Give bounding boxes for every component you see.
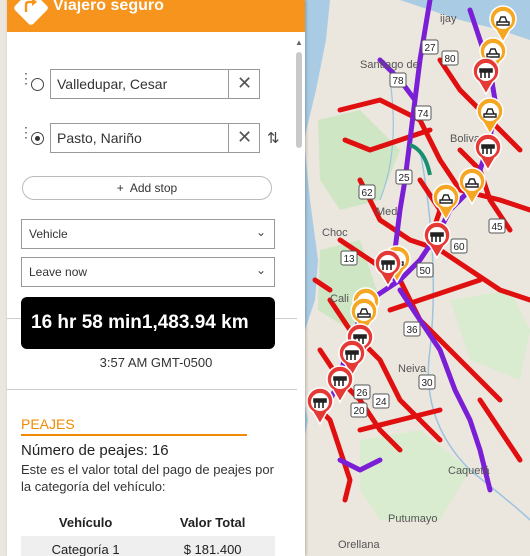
scroll-thumb[interactable] bbox=[296, 52, 302, 148]
svg-text:Caquetá: Caquetá bbox=[448, 465, 490, 477]
stop-row-origin: ⋮ Valledupar, Cesar ✕ bbox=[17, 69, 287, 101]
drag-handle-icon[interactable]: ⋮ bbox=[19, 125, 33, 149]
svg-text:27: 27 bbox=[424, 43, 436, 54]
travel-mode-select[interactable]: Vehicle ⌄ bbox=[21, 219, 275, 249]
clear-origin-button[interactable]: ✕ bbox=[228, 69, 260, 99]
tolls-table: Vehículo Valor Total Categoría 1 $ 181.4… bbox=[21, 508, 275, 556]
chevron-down-icon: ⌄ bbox=[255, 263, 266, 277]
turn-arrow-icon bbox=[24, 0, 37, 12]
svg-text:20: 20 bbox=[353, 406, 365, 417]
chevron-down-icon: ⌄ bbox=[255, 225, 266, 239]
close-icon: ✕ bbox=[236, 127, 253, 147]
column-header-total: Valor Total bbox=[179, 514, 246, 530]
toll-total: $ 181.400 bbox=[150, 536, 275, 556]
tolls-section-title: PEAJES bbox=[21, 416, 247, 436]
svg-text:Cali: Cali bbox=[330, 293, 349, 305]
svg-text:24: 24 bbox=[375, 397, 387, 408]
svg-text:60: 60 bbox=[453, 242, 465, 253]
svg-text:30: 30 bbox=[421, 378, 433, 389]
tolls-count: Número de peajes: 16 bbox=[21, 442, 169, 459]
app-header: Viajero seguro bbox=[7, 0, 305, 32]
drag-handle-icon[interactable]: ⋮ bbox=[19, 71, 33, 95]
route-duration: 16 hr 58 min bbox=[31, 312, 142, 333]
svg-text:78: 78 bbox=[392, 76, 404, 87]
svg-text:ijay: ijay bbox=[440, 13, 457, 25]
app-title: Viajero seguro bbox=[53, 0, 164, 14]
panel-scrollbar[interactable]: ▲ bbox=[295, 34, 303, 556]
scroll-up-icon[interactable]: ▲ bbox=[295, 38, 303, 47]
tolls-description: Este es el valor total del pago de peaje… bbox=[21, 462, 274, 494]
table-header-row: Vehículo Valor Total bbox=[21, 508, 275, 536]
column-header-vehicle: Vehículo bbox=[58, 514, 113, 530]
svg-text:Putumayo: Putumayo bbox=[388, 513, 438, 525]
add-stop-label: Add stop bbox=[129, 181, 178, 195]
travel-mode-value: Vehicle bbox=[29, 227, 68, 241]
depart-time: 3:57 AM GMT-0500 bbox=[99, 355, 213, 370]
swap-vertical-icon[interactable]: ⇅ bbox=[267, 129, 280, 147]
svg-text:Med: Med bbox=[376, 206, 397, 218]
svg-text:25: 25 bbox=[398, 173, 410, 184]
table-row: Categoría 1 $ 181.400 bbox=[21, 536, 275, 556]
svg-text:Neiva: Neiva bbox=[398, 363, 427, 375]
stop-radio-origin[interactable] bbox=[31, 78, 44, 91]
stop-radio-destination[interactable] bbox=[31, 132, 44, 145]
svg-text:Santiago de: Santiago de bbox=[360, 59, 419, 71]
route-distance: 1,483.94 km bbox=[141, 312, 249, 333]
svg-text:50: 50 bbox=[419, 266, 431, 277]
svg-text:13: 13 bbox=[343, 254, 355, 265]
depart-option-select[interactable]: Leave now ⌄ bbox=[21, 257, 275, 287]
plus-icon: + bbox=[116, 181, 124, 195]
close-icon: ✕ bbox=[236, 73, 253, 93]
svg-text:80: 80 bbox=[444, 54, 456, 65]
divider bbox=[7, 389, 297, 390]
depart-option-value: Leave now bbox=[29, 265, 88, 279]
svg-text:Choc: Choc bbox=[322, 227, 348, 239]
svg-text:26: 26 bbox=[356, 388, 368, 399]
svg-text:36: 36 bbox=[406, 325, 418, 336]
directions-panel: Viajero seguro ▲ ⋮ Valledupar, Cesar ✕ ⋮… bbox=[7, 0, 305, 556]
route-summary: 16 hr 58 min1,483.94 km bbox=[21, 297, 275, 349]
stop-row-destination: ⋮ Pasto, Nariño ✕ ⇅ bbox=[17, 123, 287, 155]
svg-text:45: 45 bbox=[491, 222, 503, 233]
vehicle-category: Categoría 1 bbox=[21, 536, 151, 556]
svg-text:Orellana: Orellana bbox=[338, 539, 380, 551]
svg-text:62: 62 bbox=[361, 188, 373, 199]
clear-destination-button[interactable]: ✕ bbox=[228, 123, 260, 153]
svg-text:74: 74 bbox=[417, 109, 429, 120]
add-stop-button[interactable]: + Add stop bbox=[22, 176, 272, 200]
